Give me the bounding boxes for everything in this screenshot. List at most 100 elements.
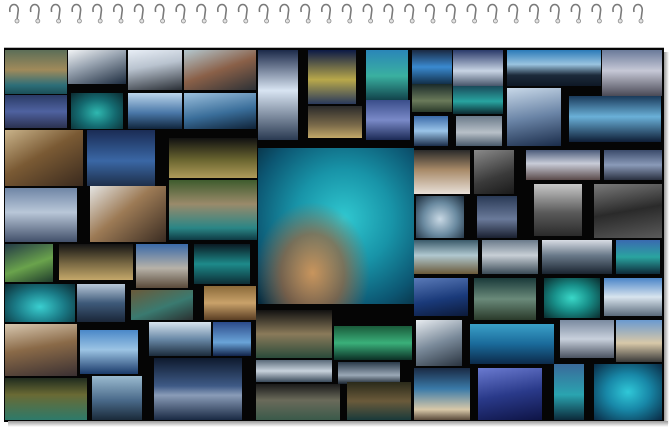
spiral-ring: [300, 3, 311, 24]
photo-tile: [5, 95, 67, 128]
photo-tile: [68, 50, 126, 84]
spiral-ring: [9, 3, 20, 24]
photo-tile: [347, 382, 411, 420]
spiral-ring: [404, 3, 415, 24]
spiral-ring: [279, 3, 290, 24]
spiral-ring: [425, 3, 436, 24]
photo-tile: [169, 180, 257, 240]
photo-tile: [5, 188, 77, 242]
spiral-ring: [113, 3, 124, 24]
spiral-ring: [341, 3, 353, 24]
photo-tile: [154, 358, 242, 420]
spiral-ring: [237, 3, 249, 24]
photo-tile: [5, 244, 53, 282]
photo-tile: [478, 368, 542, 420]
photo-tile: [569, 96, 661, 142]
photo-tile: [534, 184, 582, 236]
photo-tile: [412, 50, 452, 84]
spiral-ring: [71, 3, 82, 24]
spiral-ring: [549, 3, 561, 24]
photo-tile: [414, 278, 468, 316]
photo-tile: [414, 116, 448, 146]
photo-tile: [184, 93, 256, 129]
photo-tile: [366, 50, 408, 102]
spiral-ring: [633, 3, 644, 24]
photo-tile: [414, 368, 470, 420]
photo-tile: [542, 240, 612, 274]
photo-tile: [131, 290, 193, 320]
photo-tile: [194, 244, 250, 284]
photo-tile: [470, 324, 554, 364]
photo-tile: [412, 84, 452, 112]
photo-tile: [554, 364, 584, 420]
spiral-ring: [321, 3, 332, 24]
photo-tile: [92, 376, 142, 420]
photo-tile: [456, 116, 502, 146]
photo-tile: [258, 50, 298, 140]
photo-tile: [482, 240, 538, 274]
spiral-ring: [133, 3, 145, 24]
spiral-ring: [362, 3, 374, 24]
photo-tile: [604, 150, 662, 180]
page-shadow-right: [664, 52, 669, 424]
photo-tile: [87, 130, 155, 186]
photo-tile: [366, 100, 410, 140]
spiral-ring: [196, 3, 207, 24]
photo-tile: [5, 324, 77, 376]
photo-tile: [477, 196, 517, 238]
photo-tile: [59, 244, 133, 280]
photo-tile: [453, 86, 503, 114]
spiral-ring: [217, 3, 228, 24]
photo-tile: [507, 50, 601, 86]
spiral-ring: [258, 3, 270, 24]
spiral-ring: [175, 3, 186, 24]
photo-tile: [474, 278, 536, 320]
spiral-ring: [383, 3, 394, 24]
spiral-ring: [570, 3, 581, 24]
photo-tile: [507, 88, 561, 146]
spiral-ring: [29, 3, 41, 24]
photo-tile: [204, 286, 256, 320]
photo-tile: [474, 150, 514, 194]
photo-tile: [128, 93, 182, 129]
photo-tile: [5, 130, 83, 186]
spiral-ring: [612, 3, 623, 24]
spiral-ring: [92, 3, 103, 24]
spiral-ring: [445, 3, 457, 24]
photo-tile: [5, 50, 67, 94]
photo-tile-large: [258, 148, 414, 304]
photo-tile: [594, 184, 662, 238]
photo-tile: [544, 278, 600, 318]
spiral-ring: [508, 3, 519, 24]
spiral-ring: [529, 3, 540, 24]
photo-tile: [602, 50, 662, 96]
photo-tile: [616, 240, 660, 274]
photo-tile: [256, 384, 340, 420]
photo-tile: [414, 150, 470, 194]
spiral-ring: [487, 3, 498, 24]
photo-tile: [560, 320, 614, 358]
photo-tile: [416, 196, 464, 238]
photo-tile: [80, 330, 138, 374]
spiral-ring: [154, 3, 166, 24]
photo-tile: [308, 106, 362, 138]
photo-tile: [414, 240, 478, 274]
photo-tile: [308, 50, 356, 104]
spiral-ring: [50, 3, 61, 24]
photo-tile: [338, 362, 400, 384]
photo-tile: [71, 93, 123, 129]
spiral-ring: [591, 3, 602, 24]
photo-tile: [136, 244, 188, 288]
photo-tile: [616, 320, 662, 362]
photo-tile: [149, 322, 211, 356]
photo-tile: [184, 50, 256, 90]
photo-tile: [256, 360, 332, 382]
spiral-ring: [466, 3, 478, 24]
photo-tile: [416, 320, 462, 366]
photo-tile: [213, 322, 251, 356]
notebook-spiral-binding: [9, 3, 644, 24]
page-shadow-bottom: [8, 421, 668, 427]
photo-tile: [5, 284, 75, 322]
photo-tile: [5, 378, 87, 420]
photo-tile: [604, 278, 662, 316]
